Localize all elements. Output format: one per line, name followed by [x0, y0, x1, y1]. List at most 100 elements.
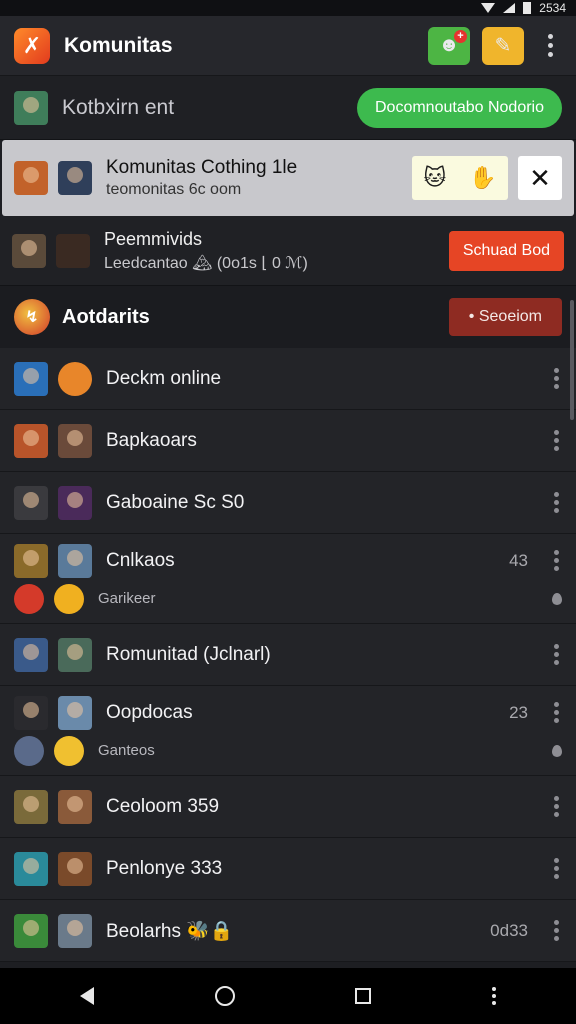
avatar	[58, 423, 92, 458]
list-item-label: Ceoloom 359	[106, 795, 220, 817]
more-options-icon[interactable]	[550, 430, 562, 451]
avatar	[58, 851, 92, 886]
list-item-label: Cnlkaos	[106, 549, 175, 571]
section-header: ↯ Aotdarits • Seoeiom	[0, 286, 576, 348]
list-item-count: 0d33	[490, 920, 528, 940]
recents-icon[interactable]	[355, 988, 372, 1004]
section-title: Aotdarits	[62, 305, 150, 328]
app-title: Komunitas	[64, 33, 173, 57]
section-icon: ↯	[14, 299, 50, 335]
list-item-label: Bapkaoars	[106, 429, 197, 451]
more-options-icon[interactable]	[550, 550, 562, 571]
list-item-main: Gaboaine Sc S0	[14, 485, 562, 520]
notifications-button[interactable]: ☻ +	[428, 26, 470, 65]
more-icon[interactable]	[491, 987, 496, 1005]
more-options-icon[interactable]	[550, 920, 562, 941]
list-item[interactable]: Deckm online	[0, 348, 576, 410]
list-item-sub: Ganteos	[14, 735, 562, 766]
list-item-count: 23	[509, 702, 528, 722]
account-name: Kotbxirn ent	[62, 95, 175, 119]
list-item[interactable]: Oopdocas 23 Ganteos	[0, 686, 576, 776]
peer-title: Peemmivids	[104, 228, 203, 249]
app-bar: ✗ Komunitas ☻ + ✎	[0, 16, 576, 76]
more-options-icon[interactable]	[550, 368, 562, 389]
avatar	[14, 695, 48, 730]
list-item[interactable]: Romunitad (Jclnarl)	[0, 624, 576, 686]
list-item[interactable]: Bapkaoars	[0, 410, 576, 472]
community-list: Deckm online Bapkaoars Gaboaine Sc S0 Cnlka…	[0, 348, 576, 962]
list-item[interactable]: Beolarhs 🐝🔒 0d33	[0, 900, 576, 962]
cat-face-icon[interactable]: 🐱	[423, 165, 446, 191]
more-options-icon[interactable]	[550, 702, 562, 723]
list-item-label: Deckm online	[106, 367, 222, 389]
list-item-sub: Garikeer	[14, 583, 562, 614]
list-item[interactable]: Penlonye 333	[0, 838, 576, 900]
list-item-label: Beolarhs 🐝🔒	[106, 920, 234, 942]
list-item-label: Oopdocas	[106, 701, 193, 723]
sub-avatar	[54, 583, 84, 614]
avatar	[14, 851, 48, 886]
avatar	[58, 913, 92, 948]
avatar	[14, 913, 48, 948]
more-options-icon[interactable]	[550, 644, 562, 665]
back-icon[interactable]	[80, 987, 95, 1005]
avatar	[58, 695, 92, 730]
highlight-text: Komunitas Cothing 1le teomonitas 6c oom	[106, 157, 402, 199]
status-time: 2534	[539, 1, 566, 15]
peer-row[interactable]: Peemmivids Leedcantao 🏔 (0o1s ⌊ 0 ℳ) Sch…	[0, 216, 576, 286]
avatar	[58, 789, 92, 824]
list-item[interactable]: Ceoloom 359	[0, 776, 576, 838]
account-row: Kotbxirn ent Docomnoutabo Nodorio	[0, 76, 576, 140]
avatar	[14, 637, 48, 672]
sub-avatar	[14, 735, 44, 766]
navigation-bar	[0, 968, 576, 1024]
avatar	[14, 543, 48, 578]
list-item-count: 43	[509, 550, 528, 570]
peer-action-button[interactable]: Schuad Bod	[448, 230, 564, 271]
avatar	[58, 485, 92, 520]
edit-icon: ✎	[494, 35, 512, 57]
avatar	[14, 161, 48, 195]
avatar	[58, 161, 92, 195]
list-item[interactable]: Gaboaine Sc S0	[0, 472, 576, 534]
avatar	[14, 789, 48, 824]
list-item-main: Romunitad (Jclnarl)	[14, 637, 562, 672]
section-action-button[interactable]: • Seoeiom	[448, 298, 562, 336]
list-item-main: Bapkaoars	[14, 423, 562, 458]
signal-icon	[503, 3, 516, 13]
avatar	[14, 361, 48, 396]
more-options-icon[interactable]	[550, 492, 562, 513]
scrollbar[interactable]	[570, 300, 574, 420]
hand-icon[interactable]: ✋	[469, 165, 496, 191]
list-item-sublabel: Garikeer	[98, 590, 156, 607]
reaction-buttons: 🐱 ✋	[412, 156, 508, 200]
battery-icon	[523, 2, 532, 14]
highlight-card[interactable]: Komunitas Cothing 1le teomonitas 6c oom …	[2, 140, 574, 216]
avatar	[14, 485, 48, 520]
sub-avatar	[54, 735, 84, 766]
list-item-main: Deckm online	[14, 361, 562, 396]
list-item[interactable]: Cnlkaos 43 Garikeer	[0, 534, 576, 624]
screen: 2534 ✗ Komunitas ☻ + ✎ Kotbxirn ent Doco…	[0, 0, 576, 1024]
avatar	[14, 423, 48, 458]
avatar[interactable]	[14, 90, 48, 125]
overflow-menu-button[interactable]	[538, 34, 562, 57]
drop-icon	[552, 592, 562, 605]
peer-text: Peemmivids Leedcantao 🏔 (0o1s ⌊ 0 ℳ)	[104, 229, 439, 273]
list-item-label: Romunitad (Jclnarl)	[106, 643, 271, 665]
avatar	[58, 361, 92, 396]
close-icon[interactable]: ✕	[518, 156, 562, 200]
peer-subtitle: Leedcantao 🏔 (0o1s ⌊ 0 ℳ)	[104, 254, 308, 272]
more-options-icon[interactable]	[550, 858, 562, 879]
account-action-button[interactable]: Docomnoutabo Nodorio	[357, 87, 562, 128]
list-item-main: Ceoloom 359	[14, 789, 562, 824]
edit-button[interactable]: ✎	[482, 26, 524, 65]
status-bar: 2534	[0, 0, 576, 16]
list-item-label: Gaboaine Sc S0	[106, 491, 245, 513]
avatar	[58, 637, 92, 672]
home-icon[interactable]	[214, 986, 235, 1006]
list-item-main: Penlonye 333	[14, 851, 562, 886]
avatar	[56, 233, 90, 268]
more-options-icon[interactable]	[550, 796, 562, 817]
list-item-main: Oopdocas 23	[14, 695, 562, 730]
